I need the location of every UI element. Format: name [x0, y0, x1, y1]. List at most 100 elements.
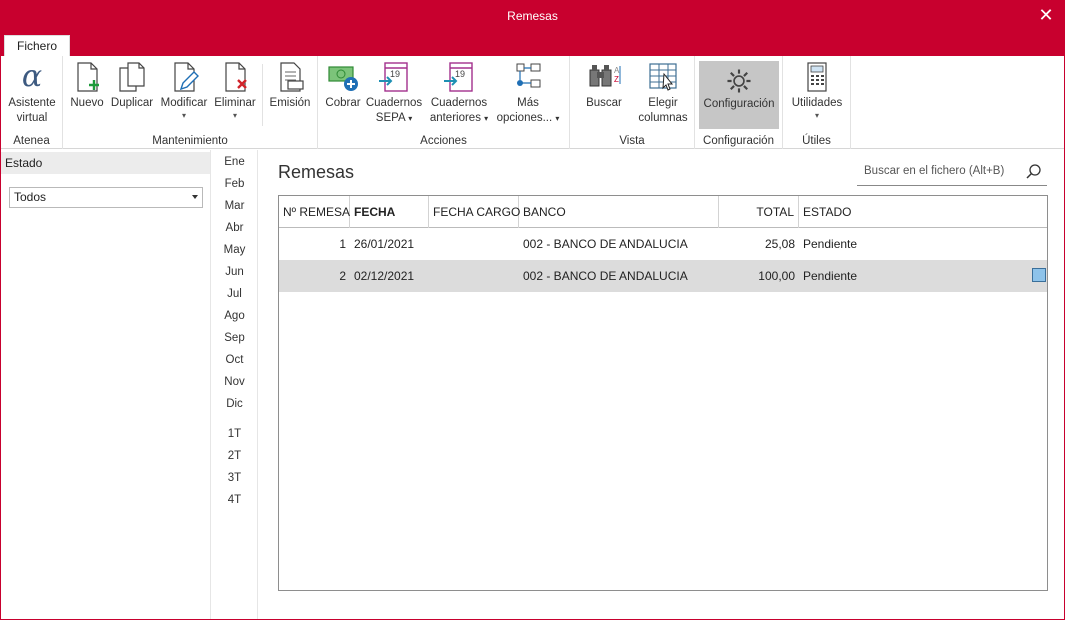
group-atenea: α Asistente virtual Atenea	[1, 56, 63, 149]
gear-icon	[727, 69, 751, 93]
column-header-banco[interactable]: BANCO	[519, 196, 719, 228]
search-icon[interactable]	[1025, 163, 1043, 181]
period-item-2t[interactable]: 2T	[212, 450, 257, 462]
new-document-icon	[77, 62, 99, 92]
close-icon: ✕	[1038, 5, 1054, 25]
cuadernos-sepa-dropdown-icon: ▾	[408, 114, 413, 123]
cuadernos-sepa-label-2: SEPA	[375, 112, 405, 124]
binoculars-sort-icon: AZ	[589, 65, 621, 87]
mas-opciones-label-2: opciones...	[496, 112, 553, 124]
elegir-columnas-button[interactable]: Elegir columnas	[636, 60, 690, 126]
nuevo-button[interactable]: Nuevo	[68, 60, 106, 111]
choose-columns-icon	[649, 63, 677, 91]
period-item-3t[interactable]: 3T	[212, 472, 257, 484]
eliminar-button[interactable]: Eliminar ▾	[212, 60, 258, 121]
period-pane: Ene Feb Mar Abr May Jun Jul Ago Sep Oct Nov Dic 1T 2T…	[212, 150, 258, 619]
duplicar-button[interactable]: Duplicar	[109, 60, 155, 111]
period-item-mar[interactable]: Mar	[212, 200, 257, 212]
group-utiles: Utilidades ▾ Útiles	[783, 56, 851, 149]
mas-opciones-dropdown-icon: ▾	[555, 114, 560, 123]
window-title: Remesas	[507, 9, 558, 23]
cell-total: 25,08	[764, 237, 795, 251]
estado-select[interactable]: Todos	[9, 187, 203, 208]
modificar-label: Modificar	[160, 97, 208, 109]
page-title: Remesas	[278, 162, 355, 182]
close-button[interactable]: ✕	[1036, 1, 1056, 31]
app-window: Remesas ✕ Fichero α Asistente virtual At…	[0, 0, 1065, 620]
period-item-ene[interactable]: Ene	[212, 156, 257, 168]
svg-text:Z: Z	[614, 75, 619, 84]
ribbon-separator	[262, 64, 263, 126]
search-box[interactable]: Buscar en el fichero (Alt+B)	[857, 159, 1047, 186]
title-bar: Remesas ✕	[1, 1, 1064, 31]
more-options-icon	[516, 63, 541, 88]
period-item-4t[interactable]: 4T	[212, 494, 257, 506]
column-header-total[interactable]: TOTAL	[719, 196, 799, 228]
configuracion-button[interactable]: Configuración	[699, 61, 779, 129]
buscar-button[interactable]: AZ Buscar	[574, 60, 634, 111]
group-label-mantenimiento: Mantenimiento	[152, 135, 228, 147]
period-item-oct[interactable]: Oct	[212, 354, 257, 366]
emision-button[interactable]: Emisión	[267, 60, 313, 111]
cell-num-remesa: 1	[339, 237, 346, 251]
modificar-button[interactable]: Modificar ▾	[158, 60, 210, 121]
period-item-abr[interactable]: Abr	[212, 222, 257, 234]
asistente-label-1: Asistente	[8, 97, 56, 109]
cuadernos-anteriores-label-2: anteriores	[429, 112, 481, 124]
utilidades-button[interactable]: Utilidades ▾	[787, 60, 847, 121]
sepa-calendar-icon: 19	[379, 62, 408, 92]
column-header-fecha-cargo[interactable]: FECHA CARGO	[429, 196, 520, 228]
eliminar-label: Eliminar	[214, 97, 256, 109]
group-label-acciones: Acciones	[420, 135, 467, 147]
alpha-icon: α	[21, 59, 43, 94]
utilidades-dropdown-icon: ▾	[814, 111, 819, 120]
group-label-utiles: Útiles	[802, 135, 831, 147]
cuadernos-anteriores-label-1: Cuadernos	[430, 97, 488, 109]
cell-total: 100,00	[758, 269, 795, 283]
cell-estado: Pendiente	[803, 269, 858, 283]
estado-header: Estado	[1, 152, 210, 174]
cell-fecha-cargo	[429, 260, 519, 292]
mas-opciones-button[interactable]: Más opciones... ▾	[494, 60, 562, 126]
cuadernos-anteriores-button[interactable]: 19 Cuadernos anteriores ▾	[426, 60, 492, 126]
search-input[interactable]: Buscar en el fichero (Alt+B)	[864, 165, 1004, 177]
period-item-jul[interactable]: Jul	[212, 288, 257, 300]
column-header-num-remesa[interactable]: Nº REMESA	[279, 196, 350, 228]
period-item-dic[interactable]: Dic	[212, 398, 257, 410]
period-item-ago[interactable]: Ago	[212, 310, 257, 322]
previous-calendar-icon: 19	[444, 62, 473, 92]
period-item-jun[interactable]: Jun	[212, 266, 257, 278]
cuadernos-anteriores-dropdown-icon: ▾	[484, 114, 489, 123]
column-header-fecha[interactable]: FECHA	[350, 196, 429, 228]
cuadernos-sepa-button[interactable]: 19 Cuadernos SEPA ▾	[364, 60, 424, 126]
tab-fichero[interactable]: Fichero	[4, 35, 71, 56]
group-acciones: Cobrar 19 Cuadernos SEPA ▾ 19 Cuadernos …	[318, 56, 570, 149]
edit-document-icon	[174, 62, 199, 92]
period-item-sep[interactable]: Sep	[212, 332, 257, 344]
table-header: Nº REMESA FECHA FECHA CARGO BANCO TOTAL …	[279, 196, 1047, 228]
row-selection-marker[interactable]	[1032, 268, 1046, 282]
period-item-may[interactable]: May	[212, 244, 257, 256]
utilidades-label: Utilidades	[791, 97, 843, 109]
print-icon	[280, 62, 304, 92]
table-row[interactable]: 2 02/12/2021 002 - BANCO DE ANDALUCIA 10…	[279, 260, 1047, 292]
svg-text:A: A	[614, 66, 620, 75]
group-configuracion: Configuración Configuración	[695, 56, 783, 149]
period-item-feb[interactable]: Feb	[212, 178, 257, 190]
cobrar-button[interactable]: Cobrar	[322, 60, 364, 111]
remesas-table: Nº REMESA FECHA FECHA CARGO BANCO TOTAL …	[278, 195, 1048, 591]
nuevo-label: Nuevo	[70, 97, 104, 109]
buscar-label: Buscar	[586, 97, 622, 109]
column-header-estado[interactable]: ESTADO	[799, 196, 1047, 228]
table-row[interactable]: 1 26/01/2021 002 - BANCO DE ANDALUCIA 25…	[279, 228, 1047, 260]
cell-estado: Pendiente	[803, 237, 858, 251]
money-collect-icon	[328, 66, 358, 91]
elegir-columnas-label-1: Elegir	[648, 97, 678, 109]
cuadernos-sepa-label-1: Cuadernos	[365, 97, 423, 109]
period-item-nov[interactable]: Nov	[212, 376, 257, 388]
cobrar-label: Cobrar	[325, 97, 361, 109]
mas-opciones-label-1: Más	[517, 97, 539, 109]
asistente-virtual-button[interactable]: α Asistente virtual	[5, 60, 59, 126]
period-item-1t[interactable]: 1T	[212, 428, 257, 440]
modificar-dropdown-icon: ▾	[181, 111, 186, 120]
